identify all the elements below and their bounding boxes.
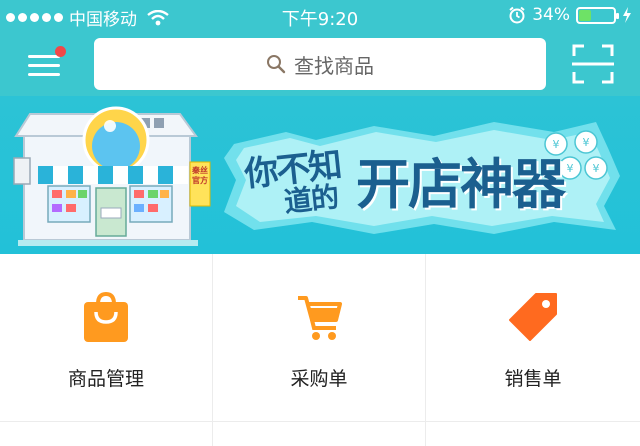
price-tag-icon (509, 293, 557, 341)
battery-percent: 34% (532, 5, 570, 25)
feature-label: 销售单 (504, 368, 562, 390)
banner-line2: 道的 (282, 180, 340, 219)
search-icon (267, 55, 286, 74)
scan-icon[interactable] (572, 44, 614, 84)
feature-grid: 商品管理 采购单 销售单 (0, 254, 640, 446)
menu-button[interactable] (28, 46, 66, 78)
promo-banner[interactable]: 秦丝官方 秦丝官方 ¥¥ ¥¥ 你不知 道的 开店神器 (0, 96, 640, 254)
notification-dot (55, 46, 66, 57)
battery-icon (576, 6, 619, 24)
grid-row2-cell (0, 422, 213, 446)
status-right: 34% (508, 5, 632, 25)
banner-headline: 开店神器 (356, 153, 566, 216)
shopping-bag-icon (84, 291, 128, 342)
feature-sales-order[interactable]: 销售单 (426, 254, 640, 422)
banner-headline-area: ¥ ¥ ¥ ¥ 你不知 道的 开店神器 (224, 118, 620, 236)
store-illustration (13, 106, 211, 246)
svg-text:¥: ¥ (583, 136, 590, 149)
feature-label: 采购单 (290, 368, 348, 390)
shopping-cart-icon (298, 296, 342, 340)
alarm-icon (509, 6, 525, 24)
search-placeholder: 查找商品 (294, 53, 374, 78)
feature-product-management[interactable]: 商品管理 (0, 254, 213, 422)
shop-sign-text: 秦丝官方 (192, 166, 208, 185)
svg-text:¥: ¥ (593, 162, 600, 175)
grid-row2-cell (426, 422, 640, 446)
feature-purchase-order[interactable]: 采购单 (213, 254, 426, 422)
top-nav-bar: 查找商品 (0, 32, 640, 96)
charging-icon (623, 7, 631, 23)
grid-row2-cell (213, 422, 426, 446)
feature-label: 商品管理 (67, 368, 144, 390)
svg-text:¥: ¥ (567, 162, 574, 175)
status-bar: 中国移动 下午9:20 34% (0, 0, 640, 32)
search-bar[interactable]: 查找商品 (94, 38, 546, 90)
